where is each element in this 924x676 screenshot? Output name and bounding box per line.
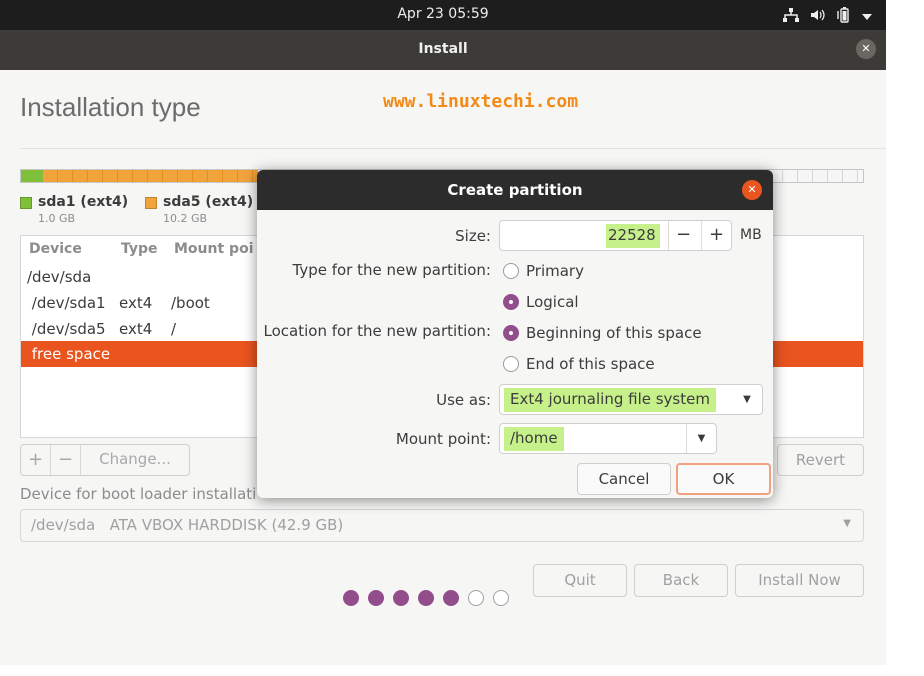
close-icon[interactable]: ✕ bbox=[856, 39, 876, 59]
dialog-title: Create partition bbox=[447, 181, 583, 199]
install-now-button[interactable]: Install Now bbox=[735, 564, 864, 597]
radio-button-selected[interactable] bbox=[503, 325, 519, 341]
create-partition-dialog: Create partition ✕ Size: 22528 − + MB Ty… bbox=[257, 170, 773, 498]
back-button[interactable]: Back bbox=[634, 564, 728, 597]
volume-icon[interactable] bbox=[810, 8, 826, 26]
radio-label: End of this space bbox=[526, 355, 655, 373]
window-title: Install bbox=[418, 41, 468, 57]
top-bar: Apr 23 05:59 bbox=[0, 0, 886, 30]
column-header-device[interactable]: Device bbox=[29, 241, 82, 257]
radio-label: Logical bbox=[526, 293, 579, 311]
partition-segment-sda1 bbox=[21, 170, 43, 182]
radio-label: Primary bbox=[526, 262, 584, 280]
progress-dot bbox=[393, 590, 409, 606]
progress-dot bbox=[468, 590, 484, 606]
chevron-down-icon[interactable] bbox=[862, 9, 872, 25]
radio-button-selected[interactable] bbox=[503, 294, 519, 310]
cancel-button[interactable]: Cancel bbox=[577, 463, 671, 495]
mount-point-label: Mount point: bbox=[395, 430, 491, 448]
legend-name: sda1 (ext4) bbox=[38, 194, 129, 210]
increment-button[interactable]: + bbox=[701, 221, 731, 250]
legend-size: 10.2 GB bbox=[163, 212, 208, 225]
legend-item-sda5: sda5 (ext4) 10.2 GB bbox=[145, 194, 253, 225]
use-as-select[interactable]: Ext4 journaling file system ▼ bbox=[499, 384, 763, 415]
table-toolbar: + − Change... bbox=[20, 444, 190, 476]
cell-device: /dev/sda bbox=[27, 268, 92, 286]
mount-point-input[interactable]: /home bbox=[504, 427, 564, 451]
cell-device: free space bbox=[27, 345, 111, 363]
cell-type: ext4 bbox=[119, 320, 153, 338]
radio-label: Beginning of this space bbox=[526, 324, 702, 342]
caret-down-icon[interactable]: ▼ bbox=[686, 424, 716, 453]
legend-swatch bbox=[20, 197, 32, 209]
legend-item-sda1: sda1 (ext4) 1.0 GB bbox=[20, 194, 128, 225]
bootloader-select[interactable]: /dev/sda ATA VBOX HARDDISK (42.9 GB) ▼ bbox=[20, 509, 864, 542]
mount-point-combo[interactable]: /home ▼ bbox=[499, 423, 717, 454]
page-title: Installation type bbox=[20, 92, 201, 122]
bootloader-value: /dev/sda ATA VBOX HARDDISK (42.9 GB) bbox=[31, 516, 344, 534]
battery-icon[interactable] bbox=[837, 7, 851, 27]
revert-button[interactable]: Revert bbox=[777, 444, 864, 476]
bootloader-label: Device for boot loader installati bbox=[20, 485, 257, 503]
cell-device: /dev/sda5 bbox=[27, 320, 106, 338]
column-header-type[interactable]: Type bbox=[121, 241, 158, 257]
ok-button[interactable]: OK bbox=[676, 463, 771, 495]
cell-mount: /boot bbox=[171, 294, 210, 312]
use-as-label: Use as: bbox=[436, 391, 491, 409]
radio-beginning[interactable]: Beginning of this space bbox=[503, 324, 702, 342]
remove-partition-button[interactable]: − bbox=[51, 445, 81, 475]
network-icon[interactable] bbox=[783, 8, 799, 26]
radio-end[interactable]: End of this space bbox=[503, 355, 655, 373]
size-label: Size: bbox=[455, 227, 491, 245]
legend-name: sda5 (ext4) bbox=[163, 194, 254, 210]
add-partition-button[interactable]: + bbox=[21, 445, 51, 475]
partition-type-label: Type for the new partition: bbox=[292, 261, 492, 279]
decrement-button[interactable]: − bbox=[668, 221, 698, 250]
size-unit: MB bbox=[740, 227, 762, 243]
system-tray[interactable] bbox=[783, 7, 872, 27]
caret-down-icon: ▼ bbox=[843, 518, 851, 529]
progress-dot bbox=[443, 590, 459, 606]
close-icon[interactable]: ✕ bbox=[742, 180, 762, 200]
size-spinbox[interactable]: 22528 − + bbox=[499, 220, 732, 251]
partition-location-label: Location for the new partition: bbox=[263, 322, 491, 340]
clock[interactable]: Apr 23 05:59 bbox=[0, 6, 886, 22]
column-header-mount[interactable]: Mount poi bbox=[174, 241, 254, 257]
progress-dot bbox=[343, 590, 359, 606]
window-titlebar: Install ✕ bbox=[0, 30, 886, 70]
quit-button[interactable]: Quit bbox=[533, 564, 627, 597]
radio-logical[interactable]: Logical bbox=[503, 293, 579, 311]
cell-mount: / bbox=[171, 320, 177, 338]
radio-button[interactable] bbox=[503, 263, 519, 279]
legend-swatch bbox=[145, 197, 157, 209]
cell-type: ext4 bbox=[119, 294, 153, 312]
use-as-value: Ext4 journaling file system bbox=[504, 388, 716, 412]
divider bbox=[20, 148, 886, 149]
radio-primary[interactable]: Primary bbox=[503, 262, 584, 280]
progress-dots bbox=[343, 590, 509, 606]
progress-dot bbox=[368, 590, 384, 606]
radio-button[interactable] bbox=[503, 356, 519, 372]
watermark: www.linuxtechi.com bbox=[383, 91, 579, 112]
caret-down-icon[interactable]: ▼ bbox=[732, 385, 762, 414]
progress-dot bbox=[493, 590, 509, 606]
cell-device: /dev/sda1 bbox=[27, 294, 106, 312]
change-partition-button[interactable]: Change... bbox=[81, 445, 189, 475]
legend-size: 1.0 GB bbox=[38, 212, 76, 225]
size-input[interactable]: 22528 bbox=[606, 224, 660, 248]
partition-segment-sda5 bbox=[43, 170, 258, 182]
dialog-header: Create partition ✕ bbox=[257, 170, 773, 210]
progress-dot bbox=[418, 590, 434, 606]
